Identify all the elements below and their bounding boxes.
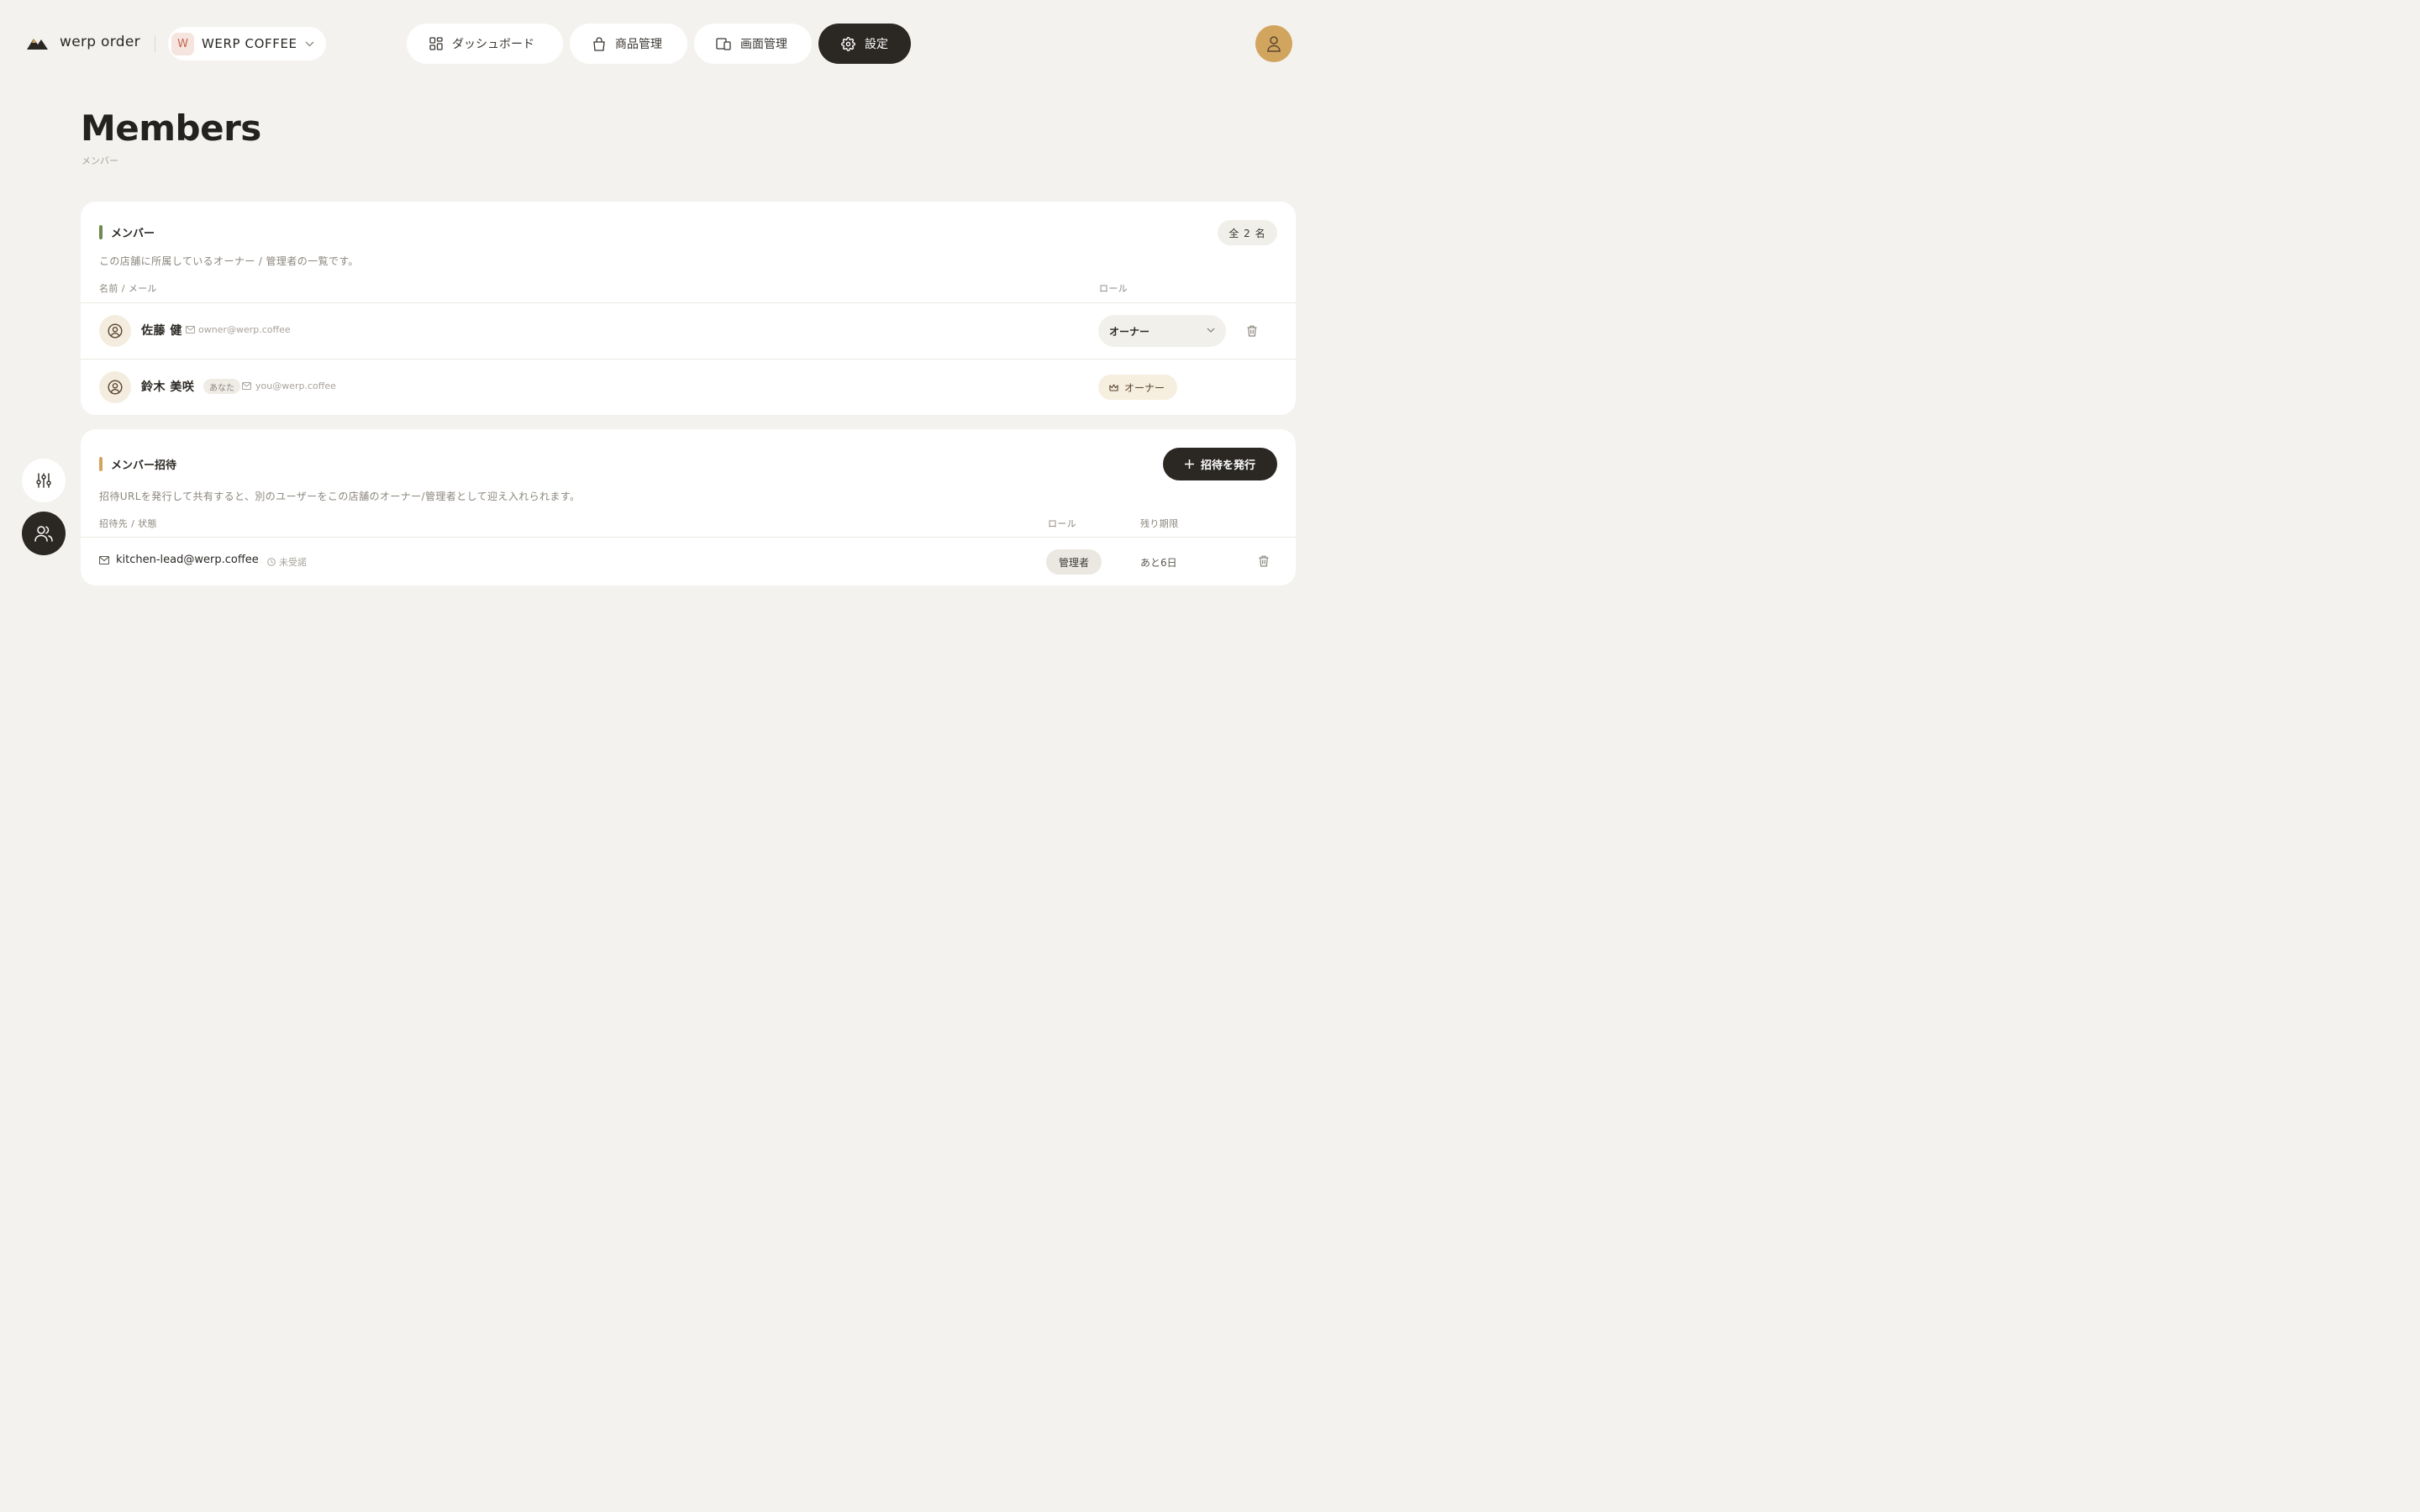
brand-name: werp order: [60, 34, 140, 50]
col-head-role: ロール: [1099, 283, 1128, 294]
user-icon: [1266, 35, 1281, 52]
role-select[interactable]: オーナー: [1098, 315, 1226, 347]
devices-icon: [716, 37, 731, 50]
delete-invite-button[interactable]: [1259, 555, 1269, 567]
plus-icon: [1184, 459, 1194, 469]
col-head-target: 招待先 / 状態: [99, 518, 157, 529]
crown-icon: [1109, 383, 1118, 391]
member-avatar: [99, 315, 131, 347]
invites-section-title: メンバー招待: [99, 456, 176, 472]
chevron-down-icon: [1207, 328, 1215, 333]
gear-icon: [841, 36, 855, 51]
brand[interactable]: werp order: [27, 34, 140, 50]
nav-dashboard-label: ダッシュボード: [452, 38, 534, 51]
user-circle-icon: [108, 380, 123, 395]
delete-member-button[interactable]: [1247, 325, 1257, 337]
section-accent-bar: [99, 225, 103, 239]
invites-card: メンバー招待 招待を発行 招待URLを発行して共有すると、別のユーザーをこの店舗…: [81, 429, 1296, 585]
invite-status-text: 未受諾: [279, 557, 307, 568]
mail-icon: [242, 382, 251, 390]
nav-screens-label: 画面管理: [740, 38, 787, 51]
user-avatar[interactable]: [1255, 25, 1292, 62]
members-card: メンバー 全 2 名 この店舗に所属しているオーナー / 管理者の一覧です。 名…: [81, 202, 1296, 415]
rail-members-button[interactable]: [22, 512, 66, 555]
role-select-value: オーナー: [1109, 325, 1150, 338]
member-email: you@werp.coffee: [255, 381, 336, 391]
nav-settings-label: 設定: [865, 38, 888, 51]
members-section-title: メンバー: [99, 224, 155, 240]
trash-icon: [1247, 325, 1257, 337]
role-badge-label: オーナー: [1124, 381, 1165, 394]
members-title-text: メンバー: [111, 228, 155, 240]
nav-products[interactable]: 商品管理: [570, 24, 687, 64]
store-badge: W: [171, 32, 194, 55]
invite-row: kitchen-lead@werp.coffee 未受諾 管理者 あと6日: [81, 538, 1296, 585]
issue-invite-button[interactable]: 招待を発行: [1163, 448, 1277, 480]
mountain-logo-icon: [27, 34, 48, 50]
members-description: この店舗に所属しているオーナー / 管理者の一覧です。: [99, 255, 359, 267]
rail-filters-button[interactable]: [22, 459, 66, 502]
member-count-badge: 全 2 名: [1218, 220, 1277, 245]
invite-status: 未受諾: [267, 555, 307, 569]
member-avatar: [99, 371, 131, 403]
page-title: Members: [81, 108, 261, 149]
clock-icon: [267, 558, 279, 566]
member-email: owner@werp.coffee: [198, 324, 291, 335]
invite-expiry: あと6日: [1140, 557, 1177, 569]
sliders-icon: [35, 472, 52, 489]
page-subtitle: メンバー: [82, 155, 118, 166]
member-name: 佐藤 健: [141, 324, 182, 338]
store-name: WERP COFFEE: [202, 36, 297, 51]
grid-icon: [429, 37, 443, 50]
nav-dashboard[interactable]: ダッシュボード: [407, 24, 563, 64]
bag-icon: [592, 36, 606, 51]
member-name: 鈴木 美咲: [141, 381, 195, 394]
user-circle-icon: [108, 323, 123, 339]
col-head-role: ロール: [1048, 518, 1077, 529]
member-row: 佐藤 健 owner@werp.coffee オーナー: [81, 303, 1296, 359]
nav-settings[interactable]: 設定: [818, 24, 911, 64]
role-badge: オーナー: [1098, 375, 1177, 400]
section-accent-bar: [99, 457, 103, 471]
col-head-name: 名前 / メール: [99, 283, 157, 294]
store-switcher[interactable]: W WERP COFFEE: [168, 27, 326, 60]
col-head-expire: 残り期限: [1140, 518, 1179, 529]
you-tag: あなた: [203, 379, 240, 394]
invites-title-text: メンバー招待: [111, 459, 177, 472]
invite-role-badge: 管理者: [1046, 549, 1102, 575]
invite-email: kitchen-lead@werp.coffee: [116, 554, 259, 566]
member-row: 鈴木 美咲 あなた you@werp.coffee オーナー: [81, 360, 1296, 415]
mail-icon: [99, 556, 109, 564]
mail-icon: [186, 326, 195, 333]
invites-description: 招待URLを発行して共有すると、別のユーザーをこの店舗のオーナー/管理者として迎…: [99, 491, 581, 502]
chevron-down-icon: [305, 41, 314, 47]
nav-products-label: 商品管理: [615, 38, 662, 51]
trash-icon: [1259, 555, 1269, 567]
users-icon: [34, 525, 53, 542]
nav-screens[interactable]: 画面管理: [694, 24, 812, 64]
issue-invite-label: 招待を発行: [1200, 459, 1255, 472]
